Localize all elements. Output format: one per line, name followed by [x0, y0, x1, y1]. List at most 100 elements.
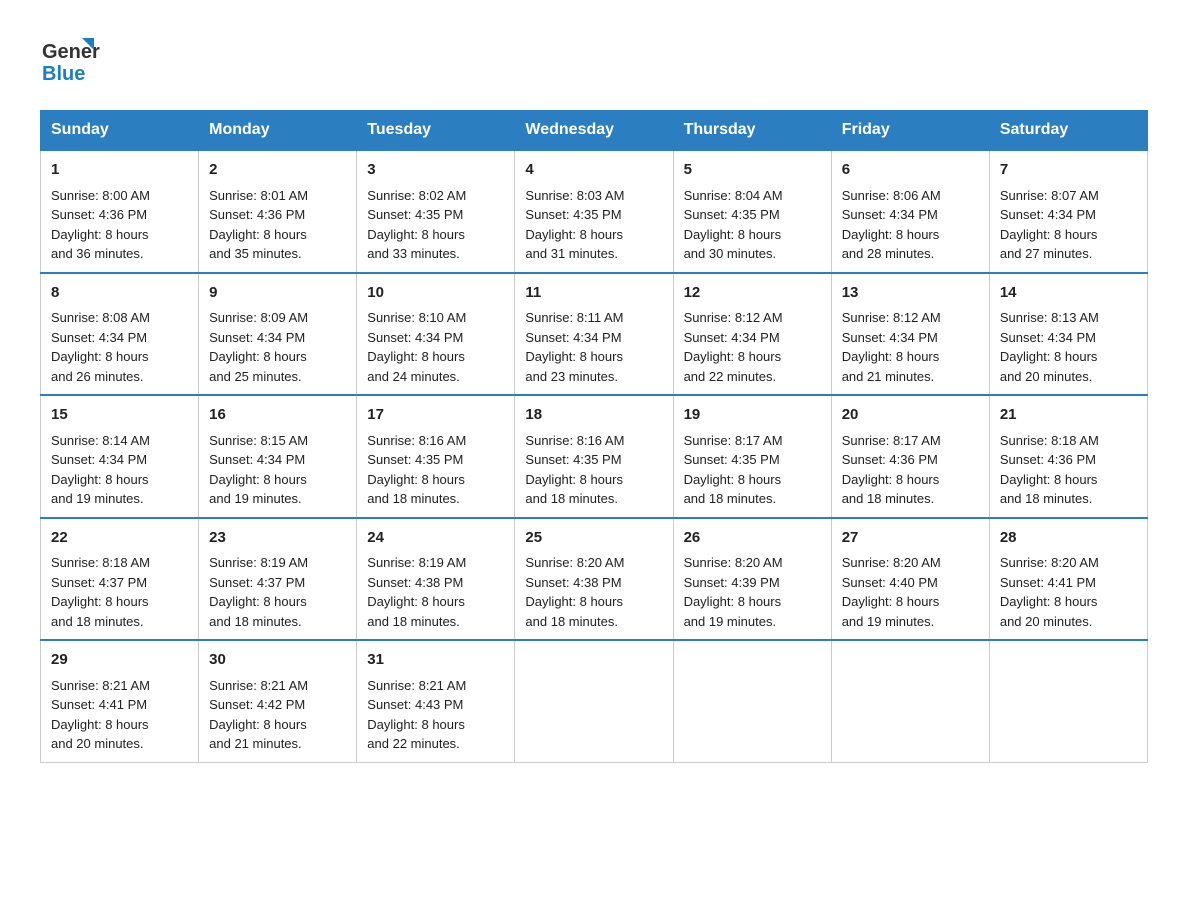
sunset-info: Sunset: 4:36 PM	[1000, 450, 1137, 470]
day-number: 15	[51, 404, 188, 427]
day-of-week-header: Thursday	[673, 111, 831, 151]
sunrise-info: Sunrise: 8:20 AM	[1000, 553, 1137, 573]
sunset-info: Sunset: 4:34 PM	[684, 328, 821, 348]
daylight-info-line2: and 19 minutes.	[842, 612, 979, 632]
day-number: 8	[51, 282, 188, 305]
calendar-day-cell: 20Sunrise: 8:17 AMSunset: 4:36 PMDayligh…	[831, 395, 989, 518]
sunset-info: Sunset: 4:42 PM	[209, 695, 346, 715]
calendar-day-cell	[515, 640, 673, 762]
calendar-day-cell: 2Sunrise: 8:01 AMSunset: 4:36 PMDaylight…	[199, 150, 357, 273]
sunset-info: Sunset: 4:43 PM	[367, 695, 504, 715]
daylight-info-line2: and 35 minutes.	[209, 244, 346, 264]
sunrise-info: Sunrise: 8:21 AM	[209, 676, 346, 696]
calendar-day-cell: 9Sunrise: 8:09 AMSunset: 4:34 PMDaylight…	[199, 273, 357, 396]
calendar-week-row: 8Sunrise: 8:08 AMSunset: 4:34 PMDaylight…	[41, 273, 1148, 396]
daylight-info-line1: Daylight: 8 hours	[842, 347, 979, 367]
daylight-info-line1: Daylight: 8 hours	[51, 225, 188, 245]
sunrise-info: Sunrise: 8:14 AM	[51, 431, 188, 451]
daylight-info-line2: and 18 minutes.	[525, 489, 662, 509]
sunset-info: Sunset: 4:34 PM	[1000, 205, 1137, 225]
day-number: 3	[367, 159, 504, 182]
daylight-info-line1: Daylight: 8 hours	[684, 470, 821, 490]
calendar-day-cell: 28Sunrise: 8:20 AMSunset: 4:41 PMDayligh…	[989, 518, 1147, 641]
day-of-week-header: Saturday	[989, 111, 1147, 151]
day-number: 20	[842, 404, 979, 427]
calendar-week-row: 22Sunrise: 8:18 AMSunset: 4:37 PMDayligh…	[41, 518, 1148, 641]
daylight-info-line2: and 20 minutes.	[1000, 367, 1137, 387]
sunset-info: Sunset: 4:35 PM	[525, 450, 662, 470]
calendar-day-cell: 10Sunrise: 8:10 AMSunset: 4:34 PMDayligh…	[357, 273, 515, 396]
sunset-info: Sunset: 4:41 PM	[1000, 573, 1137, 593]
daylight-info-line1: Daylight: 8 hours	[367, 715, 504, 735]
sunrise-info: Sunrise: 8:20 AM	[842, 553, 979, 573]
day-of-week-header: Monday	[199, 111, 357, 151]
sunrise-info: Sunrise: 8:16 AM	[525, 431, 662, 451]
day-number: 5	[684, 159, 821, 182]
daylight-info-line2: and 18 minutes.	[525, 612, 662, 632]
sunrise-info: Sunrise: 8:15 AM	[209, 431, 346, 451]
calendar-day-cell	[831, 640, 989, 762]
day-number: 30	[209, 649, 346, 672]
daylight-info-line1: Daylight: 8 hours	[209, 347, 346, 367]
calendar-day-cell: 27Sunrise: 8:20 AMSunset: 4:40 PMDayligh…	[831, 518, 989, 641]
day-number: 23	[209, 527, 346, 550]
day-number: 14	[1000, 282, 1137, 305]
sunrise-info: Sunrise: 8:07 AM	[1000, 186, 1137, 206]
calendar-day-cell: 23Sunrise: 8:19 AMSunset: 4:37 PMDayligh…	[199, 518, 357, 641]
daylight-info-line2: and 33 minutes.	[367, 244, 504, 264]
calendar-day-cell	[989, 640, 1147, 762]
calendar-day-cell: 13Sunrise: 8:12 AMSunset: 4:34 PMDayligh…	[831, 273, 989, 396]
daylight-info-line1: Daylight: 8 hours	[209, 470, 346, 490]
day-number: 10	[367, 282, 504, 305]
day-number: 4	[525, 159, 662, 182]
sunset-info: Sunset: 4:34 PM	[842, 328, 979, 348]
calendar-day-cell: 5Sunrise: 8:04 AMSunset: 4:35 PMDaylight…	[673, 150, 831, 273]
calendar-day-cell: 12Sunrise: 8:12 AMSunset: 4:34 PMDayligh…	[673, 273, 831, 396]
daylight-info-line1: Daylight: 8 hours	[525, 592, 662, 612]
sunset-info: Sunset: 4:36 PM	[209, 205, 346, 225]
daylight-info-line1: Daylight: 8 hours	[51, 715, 188, 735]
daylight-info-line1: Daylight: 8 hours	[367, 592, 504, 612]
daylight-info-line2: and 30 minutes.	[684, 244, 821, 264]
day-number: 16	[209, 404, 346, 427]
daylight-info-line1: Daylight: 8 hours	[1000, 347, 1137, 367]
sunrise-info: Sunrise: 8:21 AM	[51, 676, 188, 696]
sunset-info: Sunset: 4:39 PM	[684, 573, 821, 593]
sunset-info: Sunset: 4:35 PM	[684, 450, 821, 470]
sunset-info: Sunset: 4:38 PM	[525, 573, 662, 593]
daylight-info-line2: and 31 minutes.	[525, 244, 662, 264]
day-number: 24	[367, 527, 504, 550]
sunset-info: Sunset: 4:37 PM	[51, 573, 188, 593]
sunset-info: Sunset: 4:35 PM	[525, 205, 662, 225]
daylight-info-line2: and 23 minutes.	[525, 367, 662, 387]
day-number: 25	[525, 527, 662, 550]
daylight-info-line1: Daylight: 8 hours	[1000, 225, 1137, 245]
day-number: 13	[842, 282, 979, 305]
sunrise-info: Sunrise: 8:17 AM	[684, 431, 821, 451]
daylight-info-line1: Daylight: 8 hours	[367, 225, 504, 245]
sunset-info: Sunset: 4:35 PM	[367, 205, 504, 225]
sunset-info: Sunset: 4:34 PM	[51, 328, 188, 348]
daylight-info-line2: and 18 minutes.	[209, 612, 346, 632]
calendar-week-row: 1Sunrise: 8:00 AMSunset: 4:36 PMDaylight…	[41, 150, 1148, 273]
sunrise-info: Sunrise: 8:09 AM	[209, 308, 346, 328]
calendar-day-cell: 25Sunrise: 8:20 AMSunset: 4:38 PMDayligh…	[515, 518, 673, 641]
day-number: 18	[525, 404, 662, 427]
sunset-info: Sunset: 4:34 PM	[367, 328, 504, 348]
day-number: 6	[842, 159, 979, 182]
daylight-info-line2: and 26 minutes.	[51, 367, 188, 387]
calendar-day-cell: 16Sunrise: 8:15 AMSunset: 4:34 PMDayligh…	[199, 395, 357, 518]
calendar-day-cell: 6Sunrise: 8:06 AMSunset: 4:34 PMDaylight…	[831, 150, 989, 273]
sunrise-info: Sunrise: 8:00 AM	[51, 186, 188, 206]
sunrise-info: Sunrise: 8:13 AM	[1000, 308, 1137, 328]
day-number: 2	[209, 159, 346, 182]
calendar-header-row: SundayMondayTuesdayWednesdayThursdayFrid…	[41, 111, 1148, 151]
page-header: General Blue	[40, 30, 1148, 90]
sunset-info: Sunset: 4:36 PM	[51, 205, 188, 225]
calendar-day-cell: 30Sunrise: 8:21 AMSunset: 4:42 PMDayligh…	[199, 640, 357, 762]
daylight-info-line1: Daylight: 8 hours	[51, 347, 188, 367]
daylight-info-line2: and 19 minutes.	[684, 612, 821, 632]
sunset-info: Sunset: 4:35 PM	[367, 450, 504, 470]
calendar-day-cell: 17Sunrise: 8:16 AMSunset: 4:35 PMDayligh…	[357, 395, 515, 518]
daylight-info-line2: and 20 minutes.	[1000, 612, 1137, 632]
